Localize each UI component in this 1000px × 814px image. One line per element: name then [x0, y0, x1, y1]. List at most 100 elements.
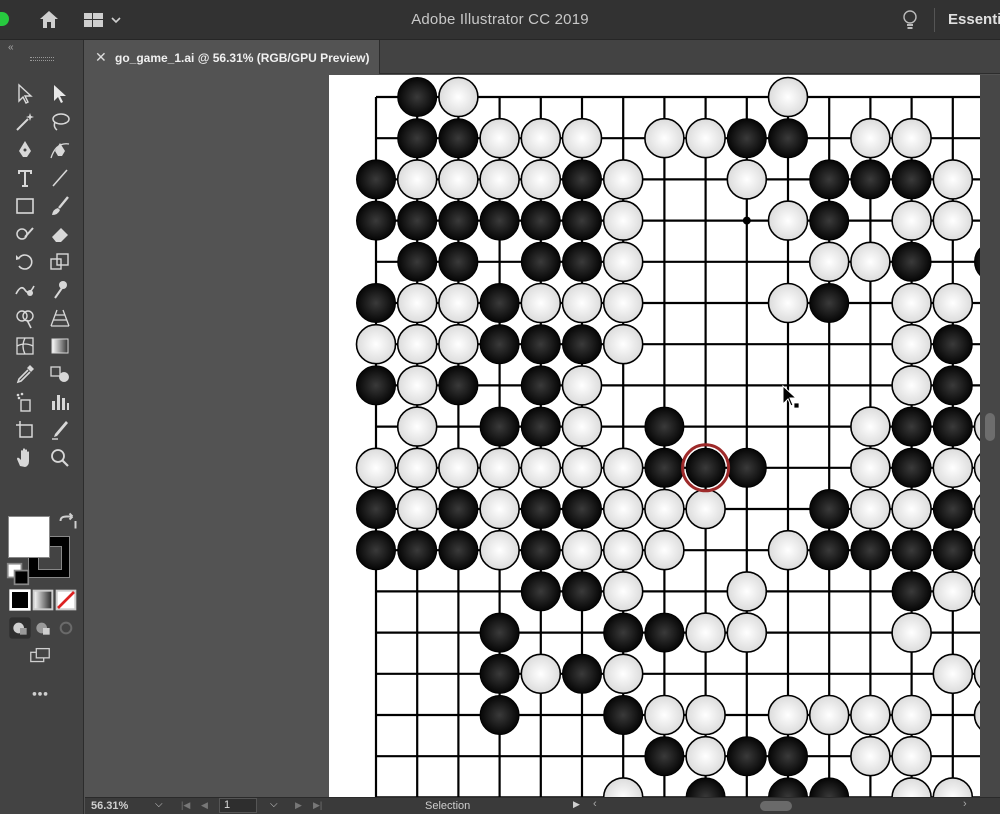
black-stone[interactable] — [397, 77, 438, 117]
white-stone[interactable] — [850, 694, 891, 736]
black-stone[interactable] — [644, 612, 685, 653]
black-stone[interactable] — [603, 695, 644, 735]
white-stone[interactable] — [438, 159, 479, 200]
white-stone[interactable] — [891, 323, 932, 365]
black-stone[interactable] — [562, 200, 602, 241]
white-stone[interactable] — [767, 694, 809, 736]
eyedropper-tool-icon[interactable] — [13, 362, 37, 386]
white-stone[interactable] — [932, 571, 974, 612]
shaper-tool-icon[interactable] — [13, 222, 37, 246]
mesh-tool-icon[interactable] — [13, 334, 37, 358]
white-stone[interactable] — [396, 447, 438, 489]
shape-builder-tool-icon[interactable] — [13, 306, 37, 330]
scroll-left-icon[interactable]: ‹ — [593, 798, 597, 810]
white-stone[interactable] — [685, 735, 726, 777]
draw-behind-icon[interactable] — [31, 616, 50, 635]
white-stone[interactable] — [561, 406, 603, 447]
white-stone[interactable] — [808, 694, 850, 736]
black-stone[interactable] — [479, 324, 520, 365]
white-stone[interactable] — [685, 488, 726, 530]
white-stone[interactable] — [479, 159, 520, 200]
black-stone[interactable] — [850, 530, 891, 571]
black-stone[interactable] — [932, 406, 973, 447]
white-stone[interactable] — [561, 282, 603, 324]
black-stone[interactable] — [932, 530, 973, 571]
black-stone[interactable] — [479, 612, 520, 653]
white-stone[interactable] — [602, 488, 644, 530]
last-artboard-icon[interactable]: ▶| — [313, 800, 322, 811]
white-stone[interactable] — [644, 117, 685, 159]
black-stone[interactable] — [685, 777, 726, 797]
close-tab-icon[interactable]: ✕ — [95, 49, 107, 66]
black-stone[interactable] — [850, 159, 891, 200]
white-stone[interactable] — [685, 117, 726, 159]
zoom-tool-icon[interactable] — [48, 446, 72, 470]
white-stone[interactable] — [396, 406, 438, 447]
black-stone[interactable] — [726, 118, 767, 159]
white-stone[interactable] — [891, 735, 932, 777]
black-stone[interactable] — [726, 447, 767, 488]
puppet-warp-tool-icon[interactable] — [48, 278, 72, 302]
gradient-mode-icon[interactable] — [31, 588, 54, 611]
black-stone[interactable] — [356, 283, 396, 323]
black-stone[interactable] — [356, 365, 396, 406]
black-stone[interactable] — [562, 159, 602, 200]
black-stone[interactable] — [809, 530, 850, 571]
white-stone[interactable] — [932, 653, 974, 695]
direct-selection-tool-icon[interactable] — [48, 82, 72, 106]
black-stone[interactable] — [685, 447, 726, 488]
blend-tool-icon[interactable] — [48, 362, 72, 386]
white-stone[interactable] — [396, 365, 438, 406]
type-tool-icon[interactable] — [13, 166, 37, 190]
next-artboard-icon[interactable]: ▶ — [295, 800, 302, 811]
black-stone[interactable] — [479, 653, 520, 694]
white-stone[interactable] — [602, 529, 644, 571]
white-stone[interactable] — [396, 323, 438, 365]
white-stone[interactable] — [850, 117, 891, 159]
symbol-sprayer-tool-icon[interactable] — [13, 390, 37, 414]
white-stone[interactable] — [396, 282, 438, 324]
white-stone[interactable] — [602, 200, 644, 241]
white-stone[interactable] — [891, 777, 932, 797]
white-stone[interactable] — [602, 447, 644, 489]
canvas-area[interactable] — [85, 75, 980, 797]
document-tab[interactable]: ✕ go_game_1.ai @ 56.31% (RGB/GPU Preview… — [85, 40, 380, 74]
white-stone[interactable] — [602, 241, 644, 283]
workspace-menu[interactable]: Essenti — [948, 11, 1000, 28]
white-stone[interactable] — [602, 159, 644, 200]
white-stone[interactable] — [438, 447, 479, 489]
artboard-tool-icon[interactable] — [13, 418, 37, 442]
white-stone[interactable] — [685, 694, 726, 736]
black-stone[interactable] — [644, 736, 685, 777]
white-stone[interactable] — [932, 777, 974, 797]
pen-tool-icon[interactable] — [13, 138, 37, 162]
black-stone[interactable] — [562, 324, 602, 365]
white-stone[interactable] — [561, 529, 603, 571]
black-stone[interactable] — [479, 283, 520, 323]
first-artboard-icon[interactable]: |◀ — [181, 800, 190, 811]
black-stone[interactable] — [644, 447, 685, 488]
white-stone[interactable] — [850, 488, 891, 530]
black-stone[interactable] — [768, 777, 808, 797]
artboard-dropdown-icon[interactable]: ⌵ — [270, 799, 278, 810]
black-stone[interactable] — [603, 612, 644, 653]
white-stone[interactable] — [808, 241, 850, 283]
vertical-scrollbar[interactable] — [980, 75, 1000, 797]
scroll-right-icon[interactable]: › — [963, 798, 967, 810]
warp-tool-icon[interactable] — [13, 278, 37, 302]
magic-wand-tool-icon[interactable] — [13, 110, 37, 134]
black-stone[interactable] — [356, 159, 396, 200]
white-stone[interactable] — [644, 694, 685, 736]
black-stone[interactable] — [932, 489, 973, 529]
eraser-tool-icon[interactable] — [48, 222, 72, 246]
white-stone[interactable] — [932, 159, 974, 200]
white-stone[interactable] — [438, 323, 479, 365]
line-tool-icon[interactable] — [48, 166, 72, 190]
more-tools-icon[interactable] — [28, 680, 54, 700]
rotate-tool-icon[interactable] — [13, 250, 37, 274]
white-stone[interactable] — [726, 571, 768, 612]
black-stone[interactable] — [438, 530, 479, 571]
black-stone[interactable] — [891, 241, 932, 282]
black-stone[interactable] — [768, 118, 808, 159]
black-stone[interactable] — [562, 653, 602, 694]
